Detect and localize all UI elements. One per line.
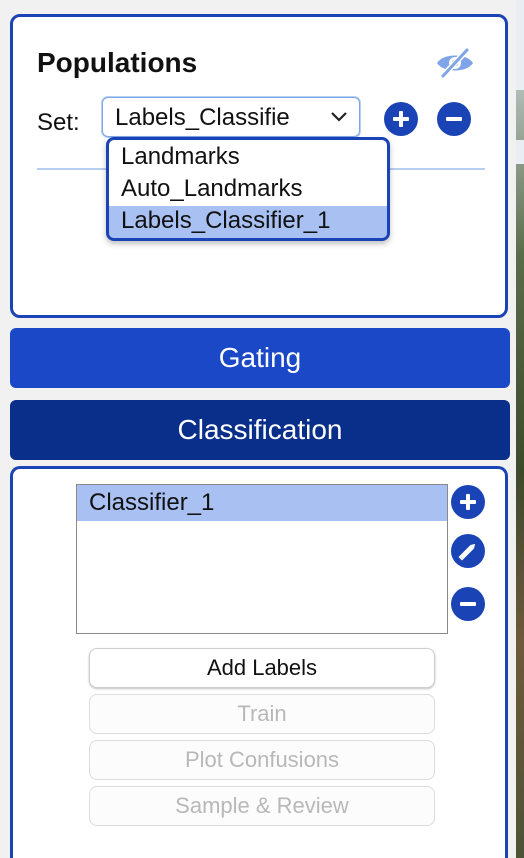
- chevron-down-icon: [329, 110, 349, 124]
- set-label: Set:: [37, 109, 80, 136]
- minus-circle-icon: [460, 602, 476, 606]
- sample-review-button[interactable]: Sample & Review: [89, 786, 435, 826]
- list-item[interactable]: Classifier_1: [77, 485, 447, 521]
- populations-title: Populations: [37, 47, 198, 78]
- dropdown-option-landmarks[interactable]: Landmarks: [109, 142, 387, 174]
- train-button[interactable]: Train: [89, 694, 435, 734]
- add-labels-button[interactable]: Add Labels: [89, 648, 435, 688]
- classification-section-button[interactable]: Classification: [10, 400, 510, 460]
- plus-circle-icon: [460, 494, 476, 510]
- gating-section-button[interactable]: Gating: [10, 328, 510, 388]
- add-classifier-button[interactable]: [451, 485, 485, 519]
- population-set-dropdown[interactable]: Landmarks Auto_Landmarks Labels_Classifi…: [106, 137, 390, 241]
- minus-circle-icon: [446, 117, 462, 121]
- dropdown-option-labels-classifier-1[interactable]: Labels_Classifier_1: [109, 206, 387, 238]
- remove-classifier-button[interactable]: [451, 587, 485, 621]
- plot-confusions-button[interactable]: Plot Confusions: [89, 740, 435, 780]
- edit-classifier-button[interactable]: [451, 534, 485, 568]
- add-population-set-button[interactable]: [384, 102, 418, 136]
- remove-population-set-button[interactable]: [437, 102, 471, 136]
- eye-slash-icon[interactable]: [435, 47, 475, 79]
- pencil-icon: [458, 543, 476, 561]
- classifier-list[interactable]: Classifier_1: [76, 484, 448, 634]
- background-window-strip: [516, 0, 524, 858]
- plus-circle-icon: [393, 111, 409, 127]
- classification-panel: Classifier_1 Add Labels Train Plot Confu…: [10, 466, 508, 858]
- dropdown-option-auto-landmarks[interactable]: Auto_Landmarks: [109, 174, 387, 206]
- population-set-select[interactable]: Labels_Classifie: [102, 97, 360, 137]
- population-set-value: Labels_Classifie: [115, 104, 290, 131]
